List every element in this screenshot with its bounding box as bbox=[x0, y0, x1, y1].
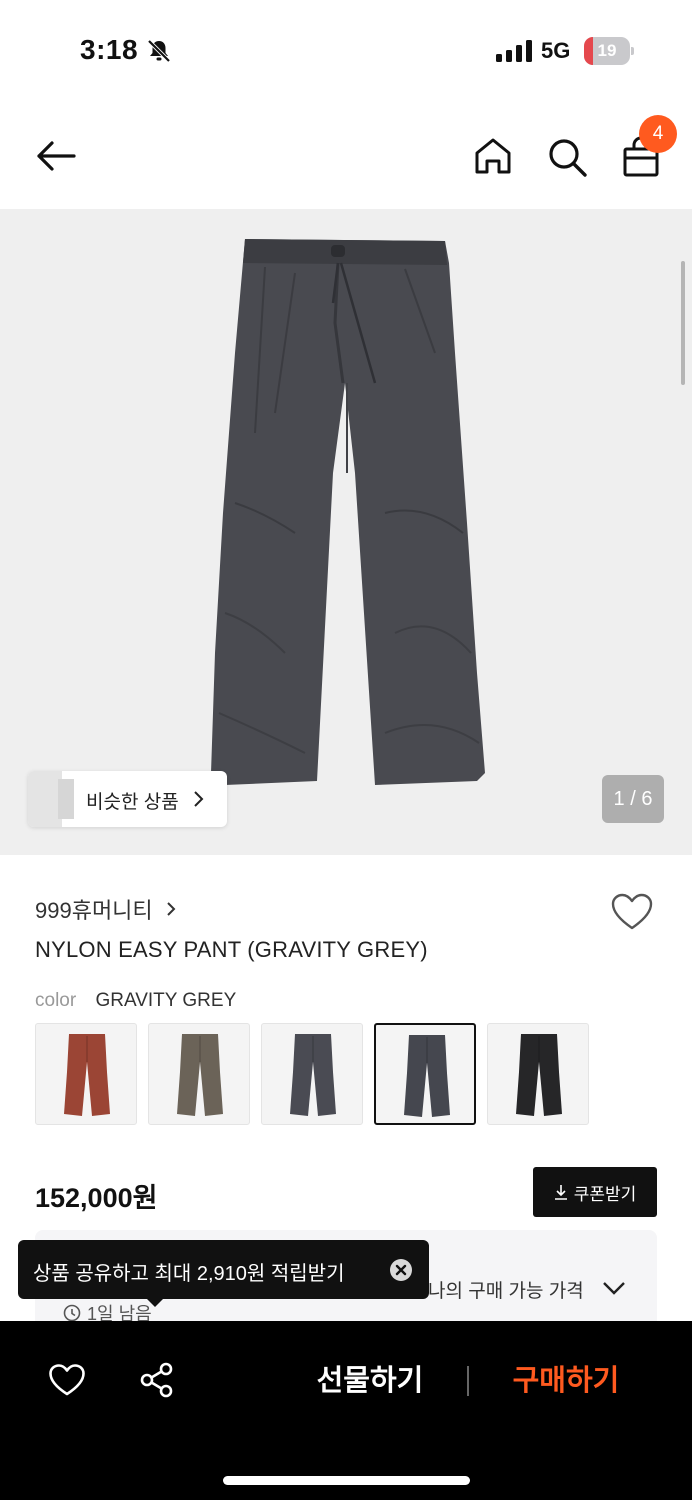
color-swatch[interactable] bbox=[35, 1023, 137, 1125]
swatch-pants-image bbox=[516, 1034, 562, 1116]
battery-icon: 19 bbox=[584, 37, 634, 65]
back-arrow-icon[interactable] bbox=[34, 138, 78, 174]
app-header: 4 bbox=[0, 100, 692, 208]
status-bar: 3:18 5G 19 bbox=[0, 0, 692, 100]
swatch-pants-image bbox=[177, 1034, 223, 1116]
color-row: color GRAVITY GREY bbox=[35, 990, 236, 1012]
network-label: 5G bbox=[541, 38, 571, 63]
status-time: 3:18 bbox=[80, 34, 139, 65]
coupon-label: 쿠폰받기 bbox=[573, 1184, 637, 1204]
product-title: NYLON EASY PANT (GRAVITY GREY) bbox=[35, 937, 428, 962]
heart-icon[interactable] bbox=[48, 1363, 86, 1397]
color-key: color bbox=[35, 990, 77, 1011]
chevron-down-icon bbox=[603, 1282, 625, 1295]
my-price-label: 나의 구매 가능 가격 bbox=[428, 1281, 584, 1302]
share-reward-tooltip: 상품 공유하고 최대 2,910원 적립받기 bbox=[18, 1240, 429, 1307]
brand-name: 999휴머니티 bbox=[35, 898, 153, 923]
buy-button[interactable]: 구매하기 bbox=[496, 1361, 636, 1401]
chevron-right-icon bbox=[166, 902, 176, 916]
heart-outline-icon[interactable] bbox=[610, 892, 654, 932]
image-scroll-indicator bbox=[681, 261, 685, 385]
swatch-pants-image bbox=[64, 1034, 110, 1116]
home-icon[interactable] bbox=[472, 136, 514, 176]
color-swatch[interactable] bbox=[148, 1023, 250, 1125]
search-icon[interactable] bbox=[546, 136, 588, 178]
brand-link[interactable]: 999휴머니티 bbox=[35, 893, 177, 925]
image-page-indicator: 1 / 6 bbox=[602, 775, 664, 823]
product-image-gallery[interactable]: 비슷한 상품 1 / 6 bbox=[0, 209, 692, 855]
tooltip-text: 상품 공유하고 최대 2,910원 적립받기 bbox=[33, 1263, 345, 1285]
chevron-right-icon bbox=[194, 791, 204, 807]
similar-products-label: 비슷한 상품 bbox=[86, 792, 179, 813]
signal-icon bbox=[496, 40, 532, 62]
similar-thumbnail bbox=[28, 771, 62, 827]
bottom-action-bar: 선물하기 구매하기 bbox=[0, 1321, 692, 1500]
product-photo bbox=[211, 239, 485, 785]
gift-button[interactable]: 선물하기 bbox=[300, 1361, 440, 1401]
color-swatch[interactable] bbox=[374, 1023, 476, 1125]
download-coupon-button[interactable]: 쿠폰받기 bbox=[533, 1167, 657, 1217]
swatch-pants-image bbox=[290, 1034, 336, 1116]
similar-products-button[interactable]: 비슷한 상품 bbox=[28, 771, 227, 827]
share-icon[interactable] bbox=[139, 1361, 175, 1399]
color-swatch[interactable] bbox=[261, 1023, 363, 1125]
color-swatch[interactable] bbox=[487, 1023, 589, 1125]
home-indicator bbox=[223, 1476, 470, 1485]
product-price: 152,000원 bbox=[35, 1183, 158, 1213]
download-icon bbox=[554, 1185, 567, 1200]
bell-slash-icon bbox=[147, 39, 171, 63]
clock-icon bbox=[63, 1304, 81, 1322]
cart-count-badge: 4 bbox=[639, 115, 677, 153]
close-icon[interactable] bbox=[389, 1258, 413, 1282]
swatch-pants-image bbox=[404, 1035, 450, 1117]
divider bbox=[467, 1366, 469, 1396]
color-swatches bbox=[35, 1023, 600, 1125]
color-value: GRAVITY GREY bbox=[95, 990, 237, 1011]
battery-level: 19 bbox=[597, 41, 617, 60]
